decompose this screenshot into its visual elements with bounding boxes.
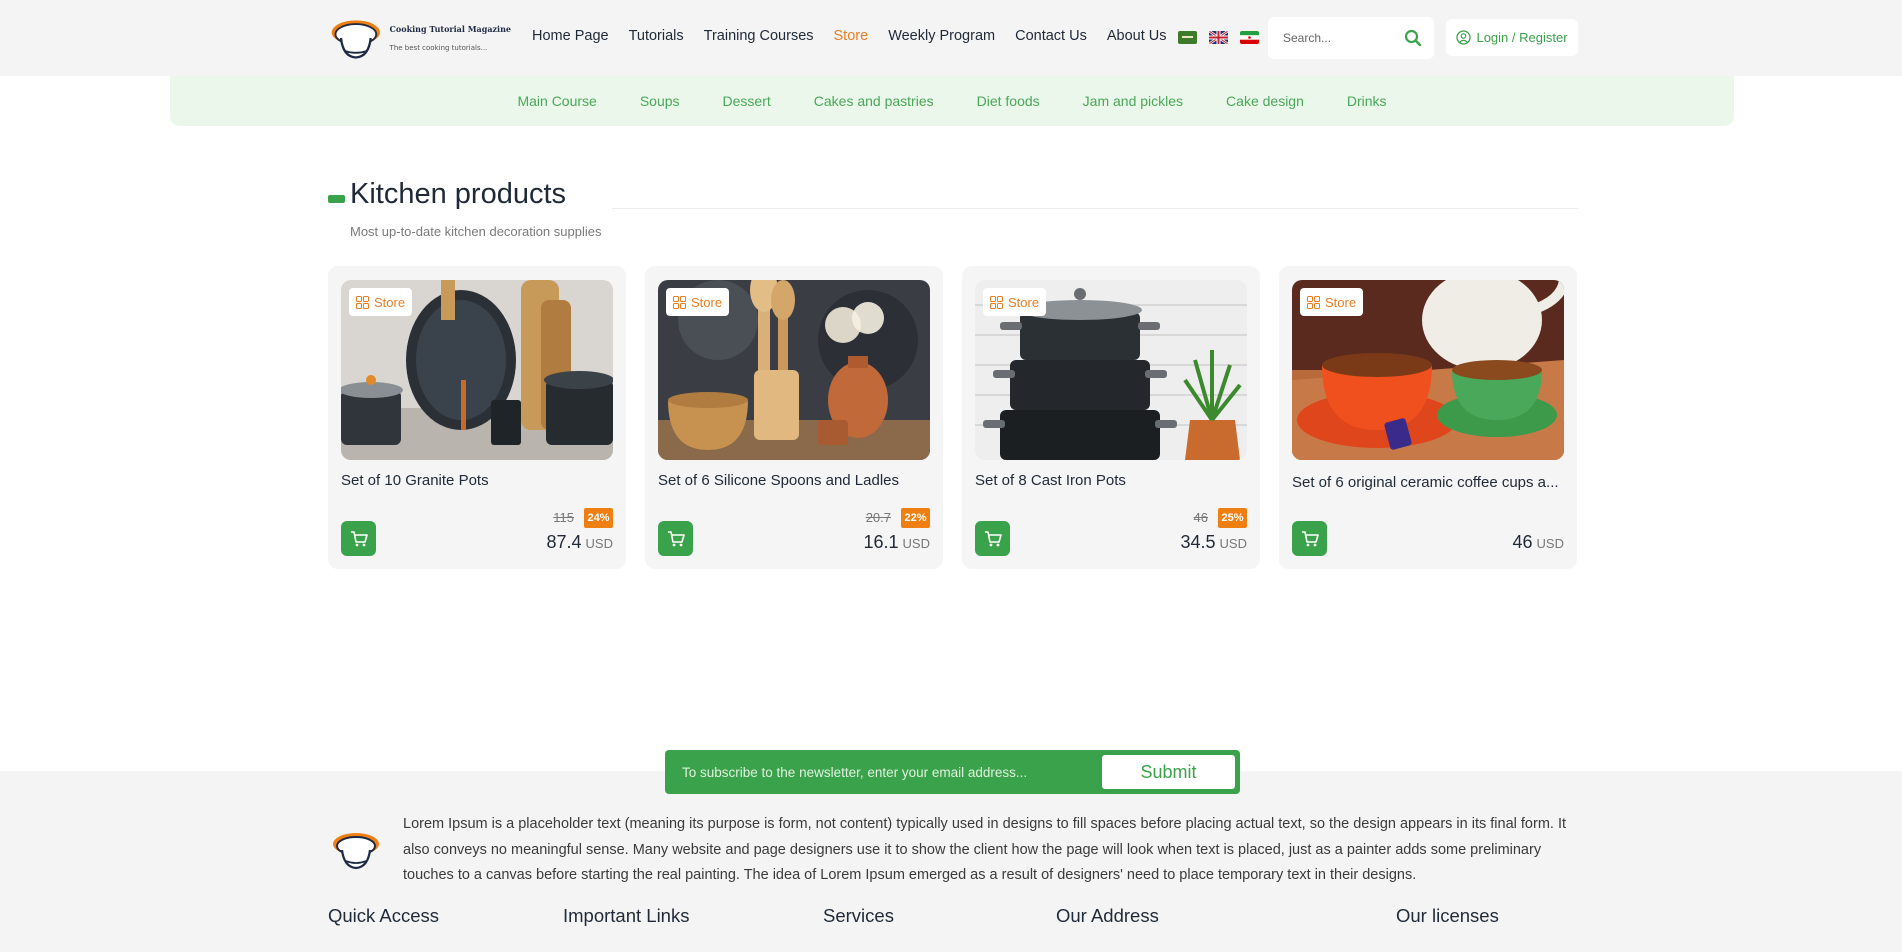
add-to-cart-button[interactable] [1292,521,1327,556]
category-diet-foods[interactable]: Diet foods [977,93,1040,109]
footer-heading-our-licenses: Our licenses [1396,905,1499,926]
section-accent-bar [328,195,345,203]
newsletter-email-input[interactable] [682,764,1082,780]
product-card: Store Set of 10 Granite Pots 115 24% 87.… [328,266,626,569]
product-image-cast-iron-pots[interactable]: Store [975,280,1247,460]
nav-contact-us[interactable]: Contact Us [1015,28,1087,44]
discount-badge: 25% [1218,508,1247,528]
store-badge-label: Store [1008,294,1040,310]
add-to-cart-button[interactable] [975,521,1010,556]
price: 16.1 USD [864,532,931,553]
price-currency: USD [585,536,613,551]
category-jam-and-pickles[interactable]: Jam and pickles [1083,93,1183,109]
product-card: Store Set of 6 original ceramic coffee c… [1279,266,1577,569]
footer-heading-important-links: Important Links [563,905,690,926]
category-main-course[interactable]: Main Course [517,93,596,109]
section-divider [612,208,1578,209]
newsletter-form: Submit [665,750,1240,794]
category-cake-design[interactable]: Cake design [1226,93,1304,109]
store-badge[interactable]: Store [349,288,413,316]
logo-title: Cooking Tutorial Magazine [389,24,511,34]
search-icon[interactable] [1404,29,1422,47]
product-title[interactable]: Set of 6 Silicone Spoons and Ladles [658,472,930,489]
grid-icon [673,295,686,309]
add-to-cart-button[interactable] [658,521,693,556]
nav-training-courses[interactable]: Training Courses [704,28,814,44]
site-header: Cooking Tutorial Magazine The best cooki… [0,0,1902,76]
grid-icon [1307,295,1320,309]
store-badge-label: Store [1325,294,1357,310]
category-drinks[interactable]: Drinks [1347,93,1387,109]
cart-icon [350,530,368,546]
footer-heading-our-address: Our Address [1056,905,1159,926]
cart-icon [667,530,685,546]
price-currency: USD [1219,536,1247,551]
login-register-button[interactable]: Login / Register [1446,19,1578,56]
iran-flag-icon[interactable] [1240,31,1259,44]
store-badge[interactable]: Store [983,288,1047,316]
nav-tutorials[interactable]: Tutorials [629,28,684,44]
discount-badge: 22% [901,508,930,528]
product-title[interactable]: Set of 8 Cast Iron Pots [975,472,1247,489]
category-bar: Main Course Soups Dessert Cakes and past… [170,76,1734,126]
main-nav: Home Page Tutorials Training Courses Sto… [532,28,1186,44]
search-input[interactable] [1283,31,1403,45]
product-card: Store Set of 8 Cast Iron Pots 46 25% 34.… [962,266,1260,569]
price: 46 USD [1513,532,1564,553]
price-value: 46 [1512,532,1533,552]
price: 87.4 USD [547,532,614,553]
nav-about-us[interactable]: About Us [1107,28,1167,44]
old-price: 115 [553,510,574,525]
category-cakes-and-pastries[interactable]: Cakes and pastries [814,93,934,109]
user-icon [1456,30,1472,45]
footer-heading-services: Services [823,905,894,926]
cart-icon [984,530,1002,546]
price-currency: USD [1536,536,1564,551]
price-value: 34.5 [1180,532,1216,552]
store-badge[interactable]: Store [1300,288,1364,316]
nav-home[interactable]: Home Page [532,28,609,44]
login-register-label: Login / Register [1476,30,1568,45]
section-title: Kitchen products [350,178,567,210]
grid-icon [356,295,369,309]
product-image-ceramic-coffee-cups[interactable]: Store [1292,280,1564,460]
old-price: 20.7 [865,510,891,525]
price: 34.5 USD [1181,532,1248,553]
nav-weekly-program[interactable]: Weekly Program [888,28,995,44]
price-currency: USD [902,536,930,551]
store-badge-label: Store [374,294,406,310]
logo-subtitle: The best cooking tutorials... [389,44,488,52]
site-logo[interactable]: Cooking Tutorial Magazine The best cooki… [328,14,511,62]
search-box [1268,17,1434,59]
product-card: Store Set of 6 Silicone Spoons and Ladle… [645,266,943,569]
add-to-cart-button[interactable] [341,521,376,556]
product-title[interactable]: Set of 10 Granite Pots [341,472,613,489]
product-image-silicone-spoons[interactable]: Store [658,280,930,460]
store-badge[interactable]: Store [666,288,730,316]
nav-store[interactable]: Store [834,28,869,44]
language-switcher [1178,31,1259,44]
product-title[interactable]: Set of 6 original ceramic coffee cups a.… [1292,474,1564,491]
store-badge-label: Store [691,294,723,310]
discount-badge: 24% [584,508,613,528]
footer-heading-quick-access: Quick Access [328,905,440,926]
newsletter-submit-button[interactable]: Submit [1102,755,1235,789]
old-price: 46 [1193,510,1208,525]
category-soups[interactable]: Soups [640,93,680,109]
section-subtitle: Most up-to-date kitchen decoration suppl… [350,224,602,239]
footer-chef-hat-logo-icon [333,833,379,870]
category-dessert[interactable]: Dessert [723,93,771,109]
cart-icon [1301,530,1319,546]
uk-flag-icon[interactable] [1209,31,1228,44]
chef-hat-logo-icon [331,20,380,59]
product-image-granite-pots[interactable]: Store [341,280,613,460]
price-value: 16.1 [863,532,899,552]
price-value: 87.4 [546,532,582,552]
arabic-flag-icon[interactable] [1178,31,1197,44]
grid-icon [990,295,1003,309]
footer-about-text: Lorem Ipsum is a placeholder text (meani… [403,816,1567,883]
